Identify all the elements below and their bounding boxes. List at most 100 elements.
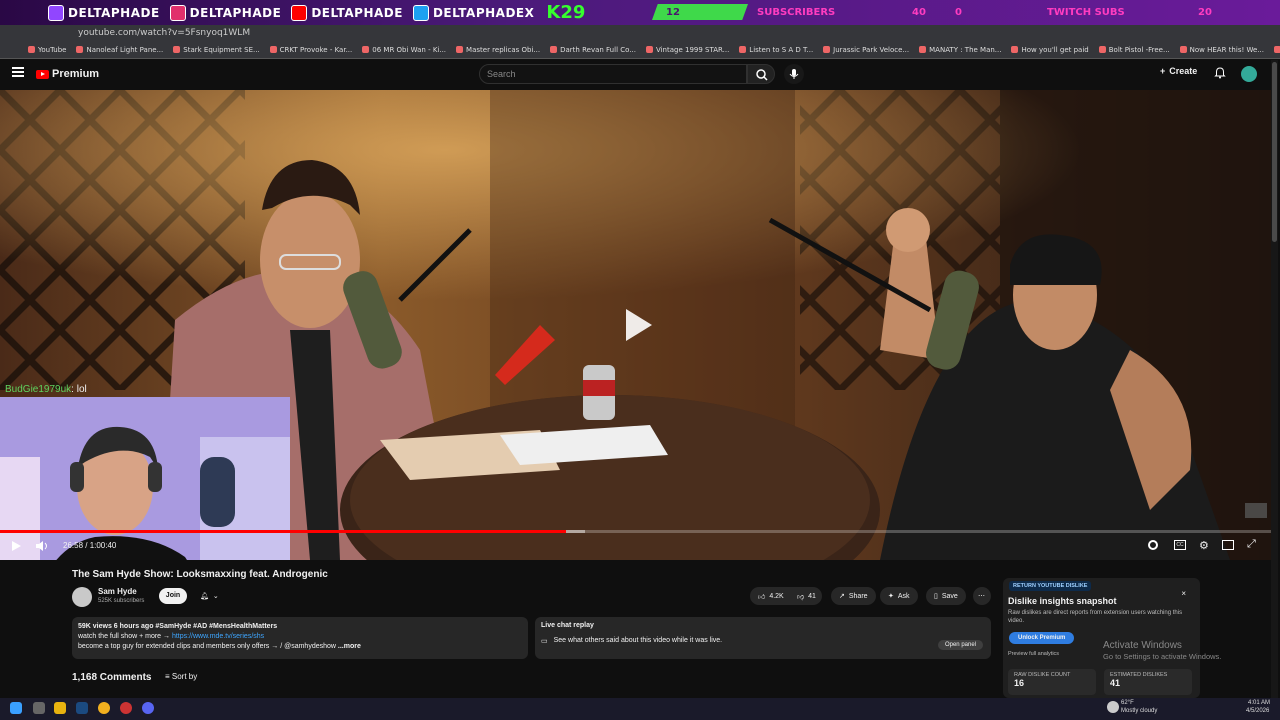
theater-mode-icon[interactable] — [1222, 540, 1234, 550]
save-button[interactable]: ▯ Save — [926, 587, 966, 605]
preview-analytics-link[interactable]: Preview full analytics — [1008, 651, 1059, 657]
unlock-premium-button[interactable]: Unlock Premium — [1009, 632, 1075, 644]
description-link[interactable]: https://www.mde.tv/series/shs — [172, 633, 264, 640]
bookmark-item[interactable]: Now HEAR this! We... — [1179, 45, 1264, 54]
task-view-icon[interactable] — [33, 702, 45, 714]
overlay-subs-current: 40 — [912, 6, 926, 18]
windows-taskbar: 62°F Mostly cloudy 4:01 AM 4/5/2026 — [0, 698, 1280, 720]
search-input[interactable]: Search — [479, 64, 747, 84]
bookmark-item[interactable]: Master replicas Obi... — [456, 46, 540, 54]
address-bar[interactable]: youtube.com/watch?v=5Fsnyoq1WLM — [0, 25, 1280, 41]
create-button[interactable]: + Create — [1160, 66, 1197, 76]
bookmark-item[interactable]: 06 MR Obi Wan - Ki... — [362, 46, 446, 54]
bookmarks-bar: YouTube Nanoleaf Light Pane... Stark Equip… — [0, 41, 1280, 59]
stream-chat-line: BudGie1979uk: lol — [5, 384, 87, 395]
bookmark-favicon-icon — [823, 46, 831, 53]
clock-time: 4:01 AM — [1248, 700, 1271, 706]
sort-label: Sort by — [171, 672, 198, 681]
bookmark-label: Now HEAR this! We... — [1189, 45, 1264, 54]
bookmark-label: Listen to S A D T... — [749, 45, 814, 54]
bookmark-favicon-icon — [28, 46, 35, 53]
chrome-icon[interactable] — [98, 702, 110, 714]
overlay-progress: 12 — [652, 4, 748, 20]
play-icon[interactable] — [10, 540, 22, 552]
play-overlay-icon[interactable] — [620, 305, 656, 345]
bookmark-item[interactable]: Listen to S A D T... — [739, 46, 813, 54]
search-icon — [756, 69, 768, 81]
subscribe-bell-button[interactable]: 🔔︎ ⌄ — [192, 587, 227, 605]
scrollbar-thumb[interactable] — [1272, 62, 1277, 242]
bookmark-item[interactable]: Jurassic Park Veloce... — [823, 46, 909, 54]
channel-avatar[interactable] — [72, 587, 92, 607]
discord-icon[interactable] — [142, 702, 154, 714]
thumbs-down-icon: 👎︎ — [797, 593, 805, 601]
bookmark-item[interactable]: Character Builder -... — [1274, 46, 1280, 54]
join-button[interactable]: Join — [159, 588, 187, 604]
ryd-desc: Raw dislikes are direct reports from ext… — [1008, 610, 1183, 624]
bookmark-item[interactable]: Nanoleaf Light Pane... — [76, 46, 163, 54]
like-button[interactable]: 👍︎ 4.2K — [750, 587, 792, 605]
youtube-play-icon — [36, 69, 49, 79]
account-avatar[interactable] — [1241, 66, 1257, 82]
page-scrollbar[interactable] — [1271, 60, 1278, 700]
stream-overlay: DELTAPHADE DELTAPHADE DELTAPHADE DELTAPH… — [0, 0, 1280, 25]
more-link[interactable]: ...more — [338, 643, 361, 650]
clock-date: 4/5/2026 — [1246, 708, 1270, 714]
captions-icon[interactable]: CC — [1174, 540, 1186, 550]
description-line: watch the full show + more → https://www… — [78, 632, 522, 642]
description-text: become a top guy for extended clips and … — [78, 643, 281, 650]
open-panel-button[interactable]: Open panel — [937, 640, 983, 650]
sort-by-button[interactable]: ≡ Sort by — [165, 672, 197, 681]
overlay-subs-label: SUBSCRIBERS — [757, 6, 836, 18]
sort-icon: ≡ — [165, 672, 172, 681]
bookmark-item[interactable]: Stark Equipment SE... — [173, 46, 260, 54]
plus-icon: + — [1160, 66, 1166, 76]
channel-name[interactable]: Sam Hyde — [98, 587, 137, 596]
chat-bubble-icon: ▭ — [541, 638, 548, 645]
description-box[interactable]: 59K views 6 hours ago #SamHyde #AD #Mens… — [72, 617, 528, 659]
more-actions-button[interactable]: ⋯ — [973, 587, 991, 605]
settings-gear-icon[interactable]: ⚙ — [1199, 539, 1209, 552]
share-label: Share — [848, 592, 868, 600]
bookmark-item[interactable]: How you'll get paid — [1011, 45, 1089, 54]
activate-title: Activate Windows — [1103, 640, 1182, 651]
description-stats: 59K views 6 hours ago #SamHyde #AD #Mens… — [78, 623, 278, 630]
twitter-icon — [412, 4, 429, 21]
subscriber-count: 525K subscribers — [98, 598, 145, 604]
mic-icon — [789, 69, 799, 79]
ask-button[interactable]: ✦ Ask — [880, 587, 918, 605]
notifications-bell-icon[interactable] — [1214, 67, 1226, 79]
youtube-logo[interactable]: Premium — [36, 68, 99, 80]
menu-icon[interactable] — [12, 67, 24, 77]
search-button[interactable] — [747, 64, 775, 84]
dislike-button[interactable]: 👎︎ 41 — [791, 587, 822, 605]
steam-icon[interactable] — [76, 702, 88, 714]
close-icon[interactable]: × — [1181, 589, 1186, 598]
weather-temp: 62°F — [1121, 700, 1134, 706]
bookmark-item[interactable]: Darth Revan Full Co... — [550, 46, 636, 54]
ryd-tag: RETURN YOUTUBE DISLIKE — [1009, 581, 1092, 591]
bookmark-label: Nanoleaf Light Pane... — [86, 45, 164, 54]
bookmark-item[interactable]: MANATY : The Man... — [919, 46, 1001, 54]
bookmark-item[interactable]: Vintage 1999 STAR... — [645, 46, 729, 54]
chevron-down-icon: ⌄ — [212, 593, 219, 600]
volume-icon[interactable] — [35, 540, 49, 552]
mention-link[interactable]: / @samhydeshow — [280, 643, 336, 650]
voice-search-button[interactable] — [784, 64, 804, 84]
overlay-handle: DELTAPHADE — [311, 5, 403, 20]
file-explorer-icon[interactable] — [54, 702, 66, 714]
share-button[interactable]: ↗ Share — [831, 587, 876, 605]
bookmark-item[interactable]: CRKT Provoke - Kar... — [269, 46, 352, 54]
bookmark-label: YouTube — [38, 45, 67, 54]
video-player[interactable]: BudGie1979uk: lol 26:58 / 1:00:40 CC ⚙ ⤢ — [0, 90, 1271, 560]
obs-icon[interactable] — [120, 702, 132, 714]
bookmark-item[interactable]: Bolt Pistol -Free... — [1098, 46, 1170, 54]
description-line: become a top guy for extended clips and … — [78, 642, 522, 652]
fullscreen-icon[interactable]: ⤢ — [1247, 538, 1256, 551]
autoplay-icon[interactable] — [1148, 540, 1158, 550]
progress-bar[interactable] — [0, 530, 1271, 533]
start-icon[interactable] — [10, 702, 22, 714]
bookmark-label: How you'll get paid — [1021, 45, 1089, 54]
bookmark-item[interactable]: YouTube — [28, 46, 66, 54]
overlay-badge: K29 — [546, 2, 586, 23]
